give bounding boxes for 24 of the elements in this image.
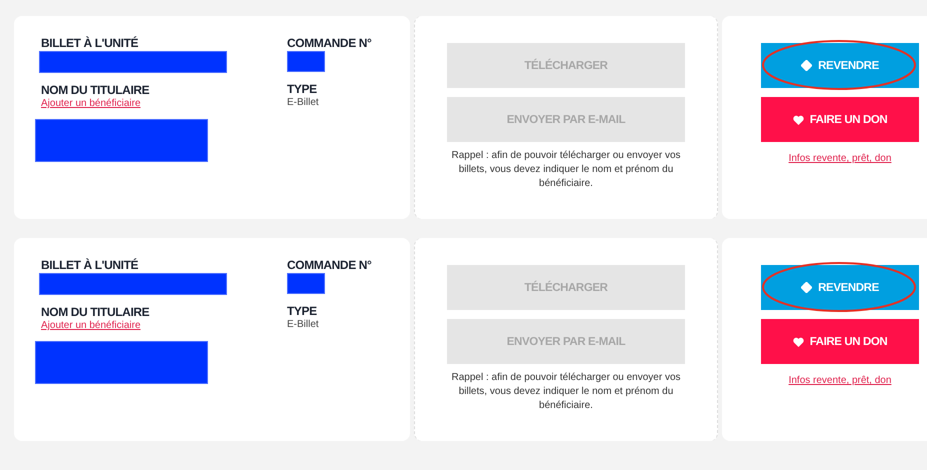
field-label: BILLET À L'UNITÉ [41,36,138,50]
resell-button[interactable]: REVENDRE [761,265,919,310]
field-label: COMMANDE N° [287,258,372,272]
field-label: COMMANDE N° [287,36,372,50]
add-beneficiary-link[interactable]: Ajouter un bénéficiaire [41,97,141,110]
reminder-text: Rappel : afin de pouvoir télécharger ou envoyer vos billets, vous devez indiquer le nom et prénom du bénéficiaire. [451,149,681,191]
field-value: E-Billet [287,96,319,109]
heart-icon [792,114,804,124]
info-link[interactable]: Infos revente, prêt, don [788,153,892,164]
add-beneficiary-link[interactable]: Ajouter un bénéficiaire [41,319,141,332]
heart-icon [792,336,804,346]
info-link[interactable]: Infos revente, prêt, don [788,375,892,386]
reminder-text: Rappel : afin de pouvoir télécharger ou envoyer vos billets, vous devez indiquer le nom et prénom du bénéficiaire. [451,371,681,413]
field-label: BILLET À L'UNITÉ [41,258,138,272]
field-label: TYPE [287,82,317,96]
field-label: TYPE [287,304,317,318]
field-label: NOM DU TITULAIRE [41,83,150,97]
field-value: E-Billet [287,318,319,331]
field-label: NOM DU TITULAIRE [41,305,150,319]
donate-button[interactable]: FAIRE UN DON [761,97,919,142]
redaction-block [287,273,325,294]
resell-button[interactable]: REVENDRE [761,43,919,88]
donate-button[interactable]: FAIRE UN DON [761,319,919,364]
redaction-block [287,51,325,72]
